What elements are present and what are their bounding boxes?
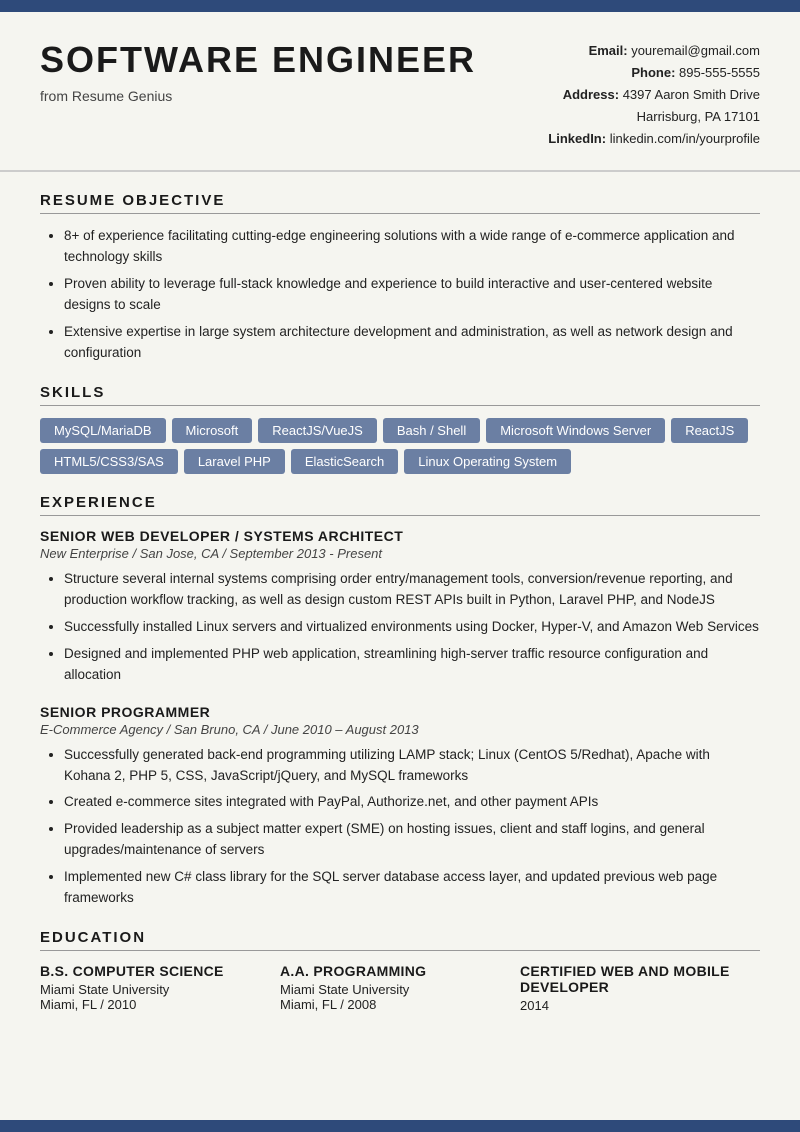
skills-grid: MySQL/MariaDB Microsoft ReactJS/VueJS Ba…: [40, 418, 760, 474]
skill-badge: Laravel PHP: [184, 449, 285, 474]
education-section: EDUCATION B.S. COMPUTER SCIENCE Miami St…: [40, 929, 760, 1013]
top-bar: [0, 0, 800, 12]
list-item: Extensive expertise in large system arch…: [64, 322, 760, 364]
skill-badge: ElasticSearch: [291, 449, 398, 474]
phone-line: Phone: 895-555-5555: [548, 62, 760, 84]
address-line: Address: 4397 Aaron Smith Drive Harrisbu…: [548, 84, 760, 128]
email-value: youremail@gmail.com: [631, 43, 760, 58]
edu-detail: Miami, FL / 2010: [40, 997, 280, 1012]
objective-section: RESUME OBJECTIVE 8+ of experience facili…: [40, 192, 760, 364]
resume-document: SOFTWARE ENGINEER from Resume Genius Ema…: [0, 0, 800, 1132]
address-line2: Harrisburg, PA 17101: [637, 109, 760, 124]
skill-badge: HTML5/CSS3/SAS: [40, 449, 178, 474]
skill-badge: Linux Operating System: [404, 449, 571, 474]
job-bullets: Structure several internal systems compr…: [40, 569, 760, 686]
job-meta: New Enterprise / San Jose, CA / Septembe…: [40, 546, 760, 561]
email-label: Email:: [589, 43, 628, 58]
address-label: Address:: [563, 87, 619, 102]
education-grid: B.S. COMPUTER SCIENCE Miami State Univer…: [40, 963, 760, 1013]
linkedin-line: LinkedIn: linkedin.com/in/yourprofile: [548, 128, 760, 150]
skills-title: SKILLS: [40, 384, 760, 406]
list-item: Successfully generated back-end programm…: [64, 745, 760, 787]
edu-item: A.A. PROGRAMMING Miami State University …: [280, 963, 520, 1013]
experience-section: EXPERIENCE SENIOR WEB DEVELOPER / SYSTEM…: [40, 494, 760, 909]
linkedin-value: linkedin.com/in/yourprofile: [610, 131, 760, 146]
skill-badge: ReactJS: [671, 418, 748, 443]
skill-badge: MySQL/MariaDB: [40, 418, 166, 443]
edu-degree: CERTIFIED WEB AND MOBILE DEVELOPER: [520, 963, 760, 995]
skill-badge: Microsoft Windows Server: [486, 418, 665, 443]
linkedin-label: LinkedIn:: [548, 131, 606, 146]
list-item: Provided leadership as a subject matter …: [64, 819, 760, 861]
education-title: EDUCATION: [40, 929, 760, 951]
objective-title: RESUME OBJECTIVE: [40, 192, 760, 214]
address-line1: 4397 Aaron Smith Drive: [623, 87, 760, 102]
edu-item: CERTIFIED WEB AND MOBILE DEVELOPER 2014: [520, 963, 760, 1013]
skill-badge: Bash / Shell: [383, 418, 480, 443]
edu-degree: B.S. COMPUTER SCIENCE: [40, 963, 280, 979]
list-item: Designed and implemented PHP web applica…: [64, 644, 760, 686]
bottom-bar: [0, 1120, 800, 1132]
list-item: Successfully installed Linux servers and…: [64, 617, 760, 638]
edu-detail: Miami, FL / 2008: [280, 997, 520, 1012]
resume-title: SOFTWARE ENGINEER: [40, 40, 548, 80]
edu-school: Miami State University: [40, 982, 280, 997]
resume-subtitle: from Resume Genius: [40, 88, 548, 104]
experience-title: EXPERIENCE: [40, 494, 760, 516]
header-section: SOFTWARE ENGINEER from Resume Genius Ema…: [0, 12, 800, 172]
list-item: Structure several internal systems compr…: [64, 569, 760, 611]
job-title: SENIOR WEB DEVELOPER / SYSTEMS ARCHITECT: [40, 528, 760, 544]
skill-badge: Microsoft: [172, 418, 253, 443]
list-item: Created e-commerce sites integrated with…: [64, 792, 760, 813]
job-item: SENIOR WEB DEVELOPER / SYSTEMS ARCHITECT…: [40, 528, 760, 686]
main-content: RESUME OBJECTIVE 8+ of experience facili…: [0, 192, 800, 1043]
phone-label: Phone:: [631, 65, 675, 80]
header-left: SOFTWARE ENGINEER from Resume Genius: [40, 40, 548, 104]
edu-detail: 2014: [520, 998, 760, 1013]
edu-degree: A.A. PROGRAMMING: [280, 963, 520, 979]
edu-item: B.S. COMPUTER SCIENCE Miami State Univer…: [40, 963, 280, 1013]
edu-school: Miami State University: [280, 982, 520, 997]
phone-value: 895-555-5555: [679, 65, 760, 80]
objective-list: 8+ of experience facilitating cutting-ed…: [40, 226, 760, 364]
header-contact: Email: youremail@gmail.com Phone: 895-55…: [548, 40, 760, 150]
job-meta: E-Commerce Agency / San Bruno, CA / June…: [40, 722, 760, 737]
job-item: SENIOR PROGRAMMER E-Commerce Agency / Sa…: [40, 704, 760, 909]
skill-badge: ReactJS/VueJS: [258, 418, 377, 443]
job-title: SENIOR PROGRAMMER: [40, 704, 760, 720]
list-item: Implemented new C# class library for the…: [64, 867, 760, 909]
list-item: 8+ of experience facilitating cutting-ed…: [64, 226, 760, 268]
job-bullets: Successfully generated back-end programm…: [40, 745, 760, 909]
skills-section: SKILLS MySQL/MariaDB Microsoft ReactJS/V…: [40, 384, 760, 474]
email-line: Email: youremail@gmail.com: [548, 40, 760, 62]
list-item: Proven ability to leverage full-stack kn…: [64, 274, 760, 316]
